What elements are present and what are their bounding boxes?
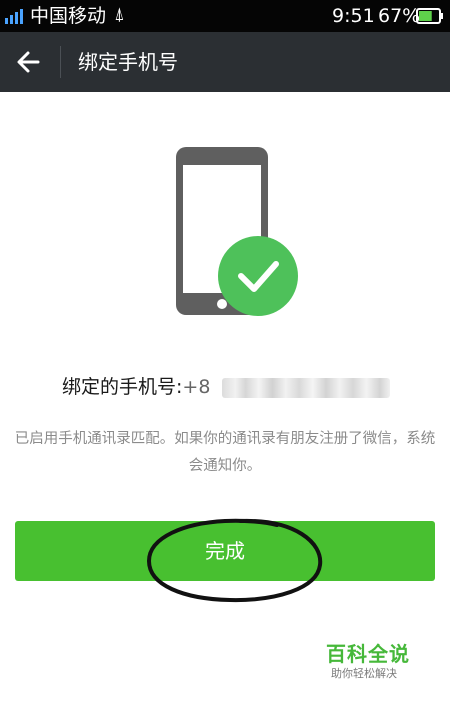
watermark-subtitle: 助你轻松解决 [331, 667, 397, 680]
watermark-title: 百科全说 [326, 642, 410, 666]
phone-home-button [217, 299, 227, 309]
phone-number-prefix: +8 [182, 376, 211, 398]
phone-check-icon [176, 147, 298, 316]
battery-percent: 67% [378, 5, 421, 27]
status-bar: 中国移动 ⍋ 9:51 67% [0, 0, 450, 32]
page-title: 绑定手机号 [78, 50, 178, 74]
battery-icon [416, 8, 443, 24]
title-bar: 绑定手机号 [0, 32, 450, 92]
carrier-name: 中国移动 [30, 5, 107, 27]
done-button[interactable]: 完成 [15, 521, 435, 581]
screen: 中国移动 ⍋ 9:51 67% 绑定手机号 绑定的手机号: +8 已启用手机通讯… [0, 0, 450, 711]
contact-match-info: 已启用手机通讯录匹配。如果你的通讯录有朋友注册了微信，系统会通知你。 [14, 431, 436, 474]
usb-icon: ⍋ [114, 4, 125, 25]
clock: 9:51 [332, 5, 375, 27]
bound-phone-label: 绑定的手机号: [62, 376, 183, 398]
title-divider [60, 46, 61, 78]
check-badge [218, 236, 298, 316]
arrow-left-icon [17, 51, 40, 73]
signal-icon [5, 9, 23, 24]
back-button[interactable] [8, 42, 52, 82]
phone-number-redaction [222, 378, 390, 398]
battery-fill [419, 11, 432, 21]
